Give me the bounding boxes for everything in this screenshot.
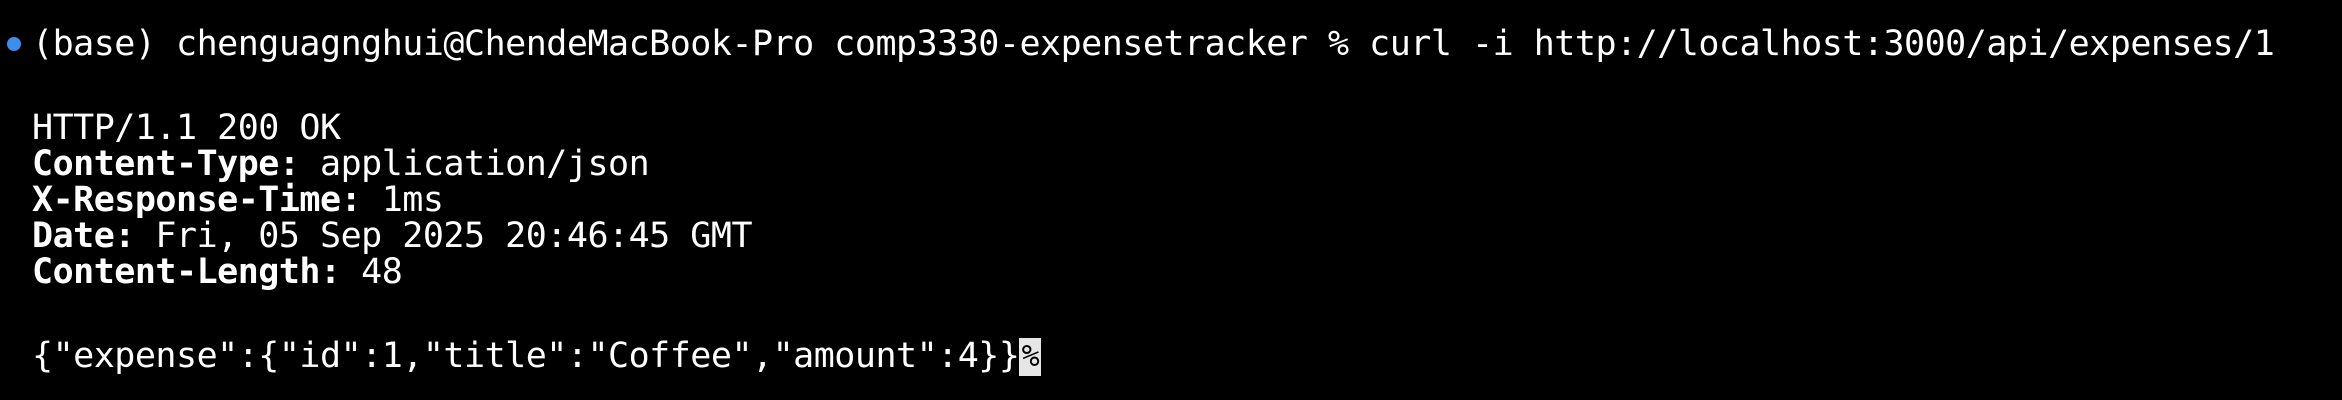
cursor-block: % (1019, 338, 1042, 376)
header-value: 1ms (361, 180, 444, 220)
header-key: X-Response-Time: (32, 180, 362, 220)
header-content-length: Content-Length: 48 (32, 251, 403, 293)
header-key: Date: (32, 216, 135, 256)
prompt-status-indicator (7, 37, 21, 51)
terminal-window[interactable]: (base) chenguagnghui@ChendeMacBook-Pro c… (0, 0, 2342, 400)
command-line: (base) chenguagnghui@ChendeMacBook-Pro c… (32, 24, 2275, 64)
response-body-line: {"expense":{"id":1,"title":"Coffee","amo… (32, 335, 1042, 377)
header-value: 48 (340, 252, 403, 292)
header-key: Content-Type: (32, 144, 300, 184)
header-value: Fri, 05 Sep 2025 20:46:45 GMT (134, 216, 753, 256)
response-body: {"expense":{"id":1,"title":"Coffee","amo… (32, 336, 1020, 376)
header-value: application/json (299, 144, 650, 184)
header-key: Content-Length: (32, 252, 341, 292)
